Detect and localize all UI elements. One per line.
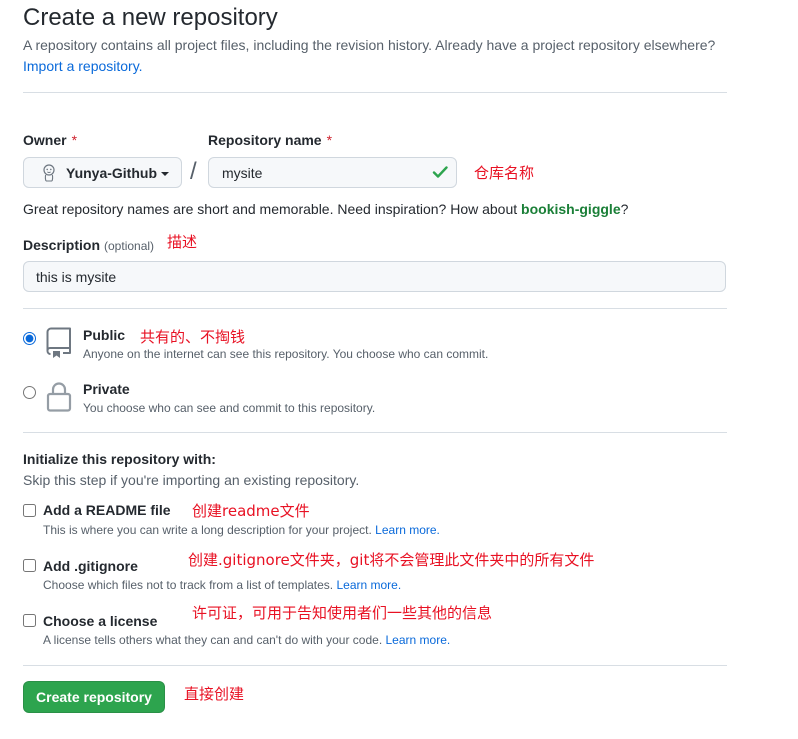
annotation-readme: 创建readme文件 — [192, 502, 310, 520]
annotation-description: 描述 — [167, 233, 198, 251]
annotation-repository-name: 仓库名称 — [474, 164, 535, 182]
gitignore-note-text: Choose which files not to track from a l… — [43, 578, 334, 592]
divider — [23, 92, 727, 93]
license-checkbox[interactable] — [23, 614, 36, 627]
caret-down-icon — [161, 171, 169, 176]
page-title: Create a new repository — [23, 4, 278, 31]
readme-note-text: This is where you can write a long descr… — [43, 523, 372, 537]
learn-more-link[interactable]: Learn more. — [336, 578, 401, 592]
required-mark: * — [71, 132, 78, 148]
owner-name: Yunya-Github — [66, 164, 157, 181]
gitignore-label[interactable]: Add .gitignore — [43, 556, 138, 576]
annotation-license: 许可证，可用于告知使用者们一些其他的信息 — [192, 604, 493, 622]
check-icon — [432, 164, 448, 180]
public-radio[interactable] — [23, 332, 36, 345]
optional-tag: (optional) — [104, 239, 155, 253]
divider — [23, 432, 727, 433]
create-repository-page: Create a new repository A repository con… — [0, 0, 798, 739]
repository-name-input[interactable] — [208, 157, 457, 188]
annotation-create: 直接创建 — [184, 685, 245, 703]
annotation-gitignore: 创建.gitignore文件夹，git将不会管理此文件夹中的所有文件 — [188, 551, 595, 569]
path-separator: / — [190, 158, 197, 185]
initialize-hint: Skip this step if you're importing an ex… — [23, 472, 360, 488]
initialize-heading: Initialize this repository with: — [23, 451, 216, 467]
page-subtitle: A repository contains all project files,… — [23, 37, 716, 53]
required-mark: * — [326, 132, 333, 148]
repository-name-label-text: Repository name — [208, 132, 322, 148]
public-note: Anyone on the internet can see this repo… — [83, 347, 489, 361]
repository-name-label: Repository name * — [208, 130, 332, 150]
description-input[interactable] — [23, 261, 726, 292]
divider — [23, 665, 727, 666]
hint-text: Great repository names are short and mem… — [23, 201, 522, 217]
learn-more-link[interactable]: Learn more. — [375, 523, 440, 537]
hint-suffix: ? — [620, 201, 629, 217]
gitignore-checkbox[interactable] — [23, 559, 36, 572]
avatar-icon — [41, 163, 57, 182]
private-label[interactable]: Private — [83, 379, 130, 399]
owner-label-text: Owner — [23, 132, 67, 148]
gitignore-note: Choose which files not to track from a l… — [43, 577, 401, 593]
repository-name-field — [208, 157, 457, 188]
owner-label: Owner * — [23, 130, 77, 150]
readme-label[interactable]: Add a README file — [43, 500, 171, 520]
license-note: A license tells others what they can and… — [43, 632, 450, 648]
name-suggestion[interactable]: bookish-giggle — [521, 201, 621, 217]
readme-checkbox[interactable] — [23, 504, 36, 517]
divider — [23, 308, 727, 309]
create-repository-button[interactable]: Create repository — [23, 681, 165, 713]
license-note-text: A license tells others what they can and… — [43, 633, 383, 647]
owner-dropdown[interactable]: Yunya-Github — [23, 157, 182, 188]
import-repository-link[interactable]: Import a repository. — [23, 56, 143, 76]
private-radio[interactable] — [23, 386, 36, 399]
readme-note: This is where you can write a long descr… — [43, 522, 440, 538]
license-label[interactable]: Choose a license — [43, 611, 157, 631]
annotation-public: 共有的、不掏钱 — [140, 328, 246, 346]
public-label[interactable]: Public — [83, 325, 125, 345]
description-label-text: Description — [23, 237, 101, 253]
description-label: Description (optional) — [23, 235, 154, 256]
lock-icon — [46, 381, 72, 412]
repo-icon — [46, 327, 72, 359]
repository-name-hint: Great repository names are short and mem… — [23, 199, 628, 219]
private-note: You choose who can see and commit to thi… — [83, 401, 376, 415]
learn-more-link[interactable]: Learn more. — [386, 633, 451, 647]
